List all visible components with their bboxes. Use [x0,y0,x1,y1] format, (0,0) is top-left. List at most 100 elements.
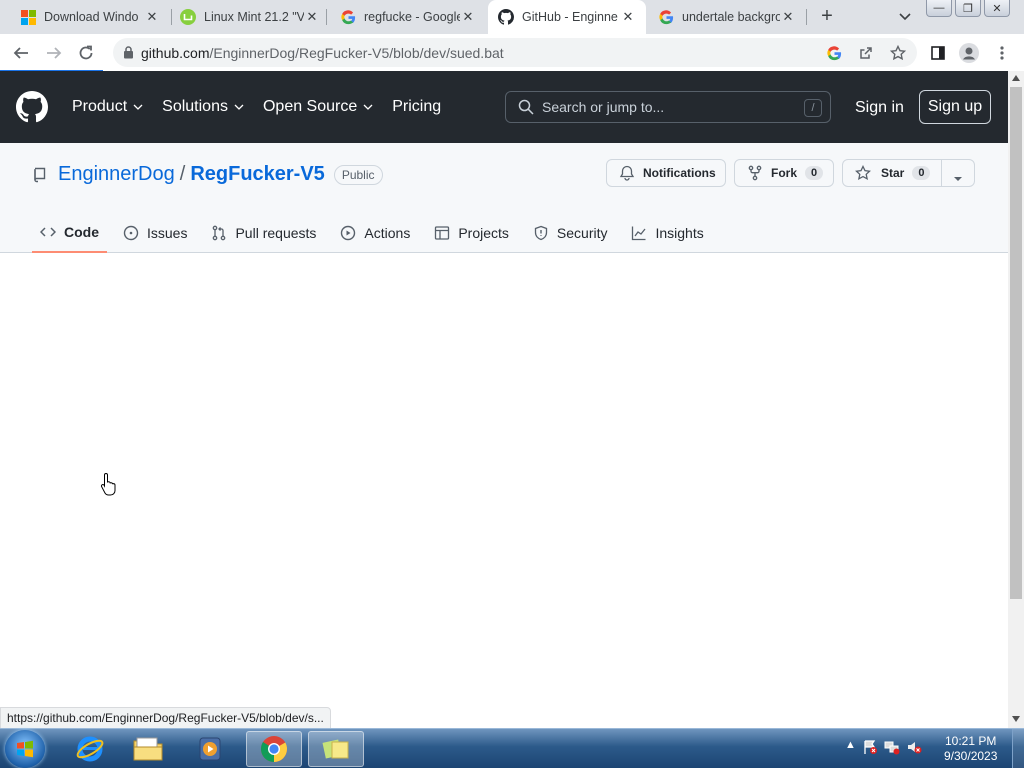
new-tab-button[interactable]: + [816,5,838,27]
google-translate-icon[interactable] [824,43,844,63]
back-arrow-icon[interactable] [11,43,31,63]
star-count: 0 [912,166,931,180]
search-input[interactable]: Search or jump to... / [505,91,831,123]
chrome-icon [260,736,288,763]
action-center-flag-icon[interactable] [862,739,878,755]
github-logo-icon[interactable] [16,91,48,123]
tab-label: Actions [364,225,411,241]
page-scrollbar[interactable] [1008,71,1024,728]
browser-tab[interactable]: regfucke - Google ✕ [330,0,486,34]
github-header: Product Solutions Open Source Pricing Se… [0,71,1008,143]
tab-separator [326,9,327,25]
bookmark-star-icon[interactable] [888,43,908,63]
nav-solutions[interactable]: Solutions [162,98,244,116]
repo-separator: / [179,163,186,185]
notifications-label: Notifications [643,166,716,180]
tab-projects[interactable]: Projects [426,213,517,253]
tab-security[interactable]: Security [525,213,616,253]
share-icon[interactable] [856,43,876,63]
close-icon[interactable]: ✕ [620,9,636,25]
clock-time: 10:21 PM [945,734,997,748]
close-window-button[interactable]: ✕ [984,0,1010,17]
status-url-bubble: https://github.com/EnginnerDog/RegFucker… [0,707,331,729]
tab-actions[interactable]: Actions [332,213,418,253]
code-icon [40,227,56,237]
browser-tab[interactable]: Download Windo ✕ [10,0,170,34]
scroll-down-arrow-icon[interactable] [1012,716,1020,722]
volume-muted-icon[interactable] [906,739,922,755]
chevron-down-icon [363,104,373,110]
close-icon[interactable]: ✕ [460,9,476,25]
tab-pull-requests[interactable]: Pull requests [203,213,324,253]
system-tray: ▲ [845,739,922,755]
more-menu-icon[interactable] [992,43,1012,63]
taskbar-clock[interactable]: 10:21 PM 9/30/2023 [944,734,997,764]
tab-issues[interactable]: Issues [115,213,195,253]
tab-search-chevron-icon[interactable] [896,7,914,25]
fork-count: 0 [805,166,824,180]
close-icon[interactable]: ✕ [144,9,160,25]
browser-tab[interactable]: undertale backgro ✕ [648,0,806,34]
url-bar[interactable]: github.com/EnginnerDog/RegFucker-V5/blob… [113,38,917,67]
lock-icon[interactable] [123,46,134,62]
browser-tab[interactable]: Linux Mint 21.2 "V ✕ [170,0,330,34]
google-icon [658,9,674,25]
chevron-down-icon [234,104,244,110]
sticky-notes-taskbar-button[interactable] [308,731,364,767]
github-main-nav: Product Solutions Open Source Pricing [72,71,460,143]
github-icon [498,9,514,25]
restore-button[interactable]: ❐ [955,0,981,17]
notifications-button[interactable]: Notifications [606,159,726,187]
start-button[interactable] [5,730,45,768]
reload-icon[interactable] [76,43,96,63]
repo-title: EnginnerDog / RegFucker-V5 Public [32,163,383,186]
sign-in-link[interactable]: Sign in [855,99,904,117]
browser-tab-strip: Download Windo ✕ Linux Mint 21.2 "V ✕ re… [0,0,1024,34]
nav-label: Solutions [162,98,228,115]
media-player-taskbar-button[interactable] [182,731,238,767]
nav-pricing[interactable]: Pricing [392,98,441,116]
star-label: Star [881,166,905,180]
hand-cursor-icon [100,472,118,501]
show-desktop-button[interactable] [1012,729,1024,768]
visibility-badge: Public [333,164,383,185]
internet-explorer-taskbar-button[interactable] [62,731,118,767]
tab-code[interactable]: Code [32,213,107,253]
tab-label: Issues [147,225,188,241]
forward-arrow-icon[interactable] [44,43,64,63]
side-panel-icon[interactable] [928,43,948,63]
repo-owner-link[interactable]: EnginnerDog [58,163,175,186]
close-icon[interactable]: ✕ [304,9,320,25]
profile-avatar-icon[interactable] [959,43,979,63]
repo-name-link[interactable]: RegFucker-V5 [190,163,325,186]
sticky-notes-icon [322,739,349,759]
file-explorer-taskbar-button[interactable] [120,731,176,767]
scrollbar-thumb[interactable] [1010,87,1022,599]
url-host: github.com [141,44,210,61]
browser-tab-active[interactable]: GitHub - Enginne ✕ [488,0,646,34]
clock-date: 9/30/2023 [944,749,998,763]
tab-label: Projects [458,225,509,241]
tab-insights[interactable]: Insights [623,213,711,253]
star-dropdown-caret-icon[interactable] [953,171,963,185]
network-icon[interactable] [884,739,900,755]
fork-label: Fork [771,166,798,180]
minimize-button[interactable]: — [926,0,952,17]
tab-label: Security [556,225,608,241]
chrome-taskbar-button[interactable] [246,731,302,767]
tab-label: Insights [655,225,704,241]
bell-icon [619,165,635,181]
star-icon [855,165,871,181]
close-icon[interactable]: ✕ [780,9,796,25]
show-hidden-icons-arrow-icon[interactable]: ▲ [845,739,856,755]
button-divider [941,160,942,186]
scroll-up-arrow-icon[interactable] [1012,75,1020,81]
tab-label: Pull requests [235,225,317,241]
graph-icon [632,226,646,241]
nav-product[interactable]: Product [72,98,143,116]
browser-tab-title: undertale backgro [682,10,780,24]
star-button[interactable]: Star 0 [842,159,975,187]
fork-button[interactable]: Fork 0 [734,159,834,187]
nav-open-source[interactable]: Open Source [263,98,373,116]
sign-up-button[interactable]: Sign up [919,90,991,124]
